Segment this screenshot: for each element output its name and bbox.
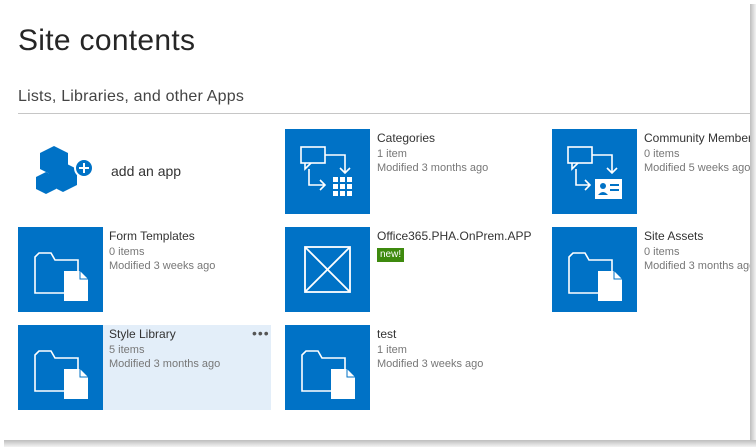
app-meta-site-assets: Site Assets 0 items Modified 3 months ag… <box>644 229 750 273</box>
app-meta-form-templates: Form Templates 0 items Modified 3 weeks … <box>109 229 215 273</box>
app-count: 1 item <box>377 344 407 356</box>
section-divider <box>18 113 750 114</box>
app-modified: Modified 3 months ago <box>377 162 489 174</box>
app-modified: Modified 3 weeks ago <box>109 260 216 272</box>
folder-document-icon <box>34 350 88 399</box>
app-meta-style-library: Style Library 5 items Modified 3 months … <box>109 327 220 371</box>
app-count: 0 items <box>644 148 680 160</box>
app-count: 0 items <box>644 246 680 258</box>
frame-shadow-bottom <box>4 440 756 447</box>
app-name[interactable]: Form Templates <box>109 229 215 243</box>
app-tile-office365-pha[interactable] <box>285 227 370 312</box>
workflow-grid-icon <box>300 146 352 196</box>
app-meta-office365-pha: Office365.PHA.OnPrem.APP new! <box>377 229 532 262</box>
app-meta-categories: Categories 1 item Modified 3 months ago <box>377 131 488 175</box>
new-badge: new! <box>377 248 405 262</box>
page-title: Site contents <box>18 24 196 57</box>
frame-shadow-right <box>750 4 756 447</box>
app-count: 5 items <box>109 344 145 356</box>
app-tile-form-templates[interactable] <box>18 227 103 312</box>
app-name[interactable]: Community Members <box>644 131 750 145</box>
app-tile-style-library[interactable] <box>18 325 103 410</box>
add-app-icon[interactable] <box>30 142 100 202</box>
folder-document-icon <box>301 350 355 399</box>
app-name[interactable]: Site Assets <box>644 229 750 243</box>
app-modified: Modified 3 weeks ago <box>377 358 484 370</box>
placeholder-app-icon <box>304 246 351 293</box>
folder-document-icon <box>568 252 622 301</box>
app-count: 1 item <box>377 148 407 160</box>
workflow-card-icon <box>567 146 622 199</box>
app-count: 0 items <box>109 246 145 258</box>
more-options-button[interactable]: ••• <box>252 325 270 341</box>
app-name[interactable]: test <box>377 327 483 341</box>
app-name[interactable]: Office365.PHA.OnPrem.APP <box>377 229 532 243</box>
app-modified: Modified 3 months ago <box>644 260 750 272</box>
folder-document-icon <box>34 252 88 301</box>
app-modified: Modified 3 months ago <box>109 358 221 370</box>
section-title: Lists, Libraries, and other Apps <box>18 88 245 105</box>
site-contents-page: Site contents Lists, Libraries, and othe… <box>0 0 750 440</box>
app-meta-test: test 1 item Modified 3 weeks ago <box>377 327 483 371</box>
app-name[interactable]: Style Library <box>109 327 220 341</box>
app-tile-site-assets[interactable] <box>552 227 637 312</box>
app-tile-community-members[interactable] <box>552 129 637 214</box>
app-meta-community-members: Community Members 0 items Modified 5 wee… <box>644 131 750 175</box>
app-modified: Modified 5 weeks ago <box>644 162 750 174</box>
app-tile-categories[interactable] <box>285 129 370 214</box>
add-app-link[interactable]: add an app <box>111 163 181 179</box>
app-name[interactable]: Categories <box>377 131 488 145</box>
app-tile-test[interactable] <box>285 325 370 410</box>
